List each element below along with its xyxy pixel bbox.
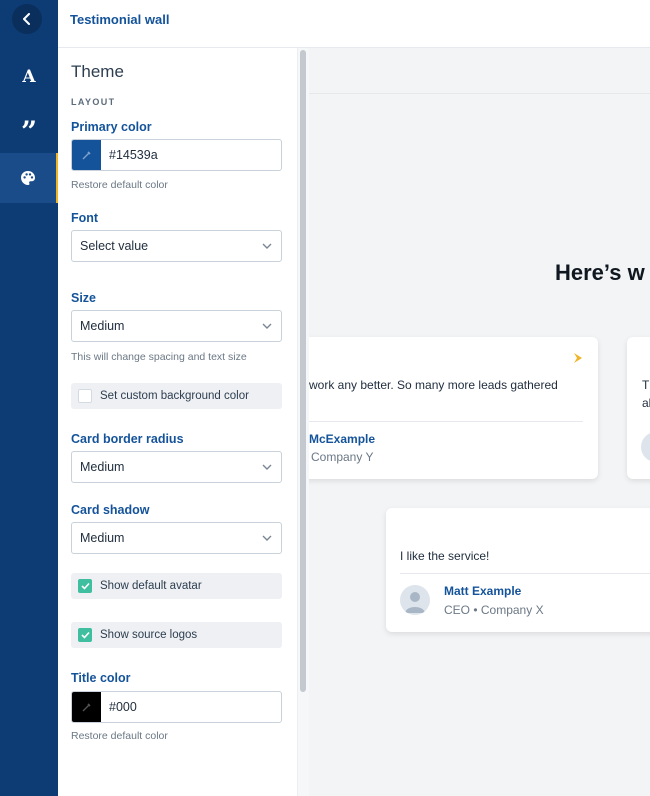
- checkbox-empty-icon: [78, 389, 92, 403]
- restore-title-color-link[interactable]: Restore default color: [71, 730, 168, 742]
- testimonial-card[interactable]: I like the service! Matt Example CEO • C…: [386, 508, 650, 632]
- section-heading: LAYOUT: [71, 97, 116, 107]
- letter-a-icon: A: [22, 67, 36, 87]
- testimonial-text: I like the service!: [400, 549, 490, 563]
- author-name: Matt Example: [444, 584, 522, 598]
- palette-icon: [21, 171, 35, 185]
- title-color-swatch[interactable]: [72, 692, 101, 722]
- custom-background-checkbox[interactable]: Set custom background color: [71, 383, 282, 409]
- chevron-left-icon: [23, 13, 30, 25]
- author-name: McExample: [309, 432, 376, 446]
- restore-primary-color-link[interactable]: Restore default color: [71, 179, 168, 191]
- testimonial-card[interactable]: work any better. So many more leads gath…: [309, 337, 598, 479]
- rail-item-theme[interactable]: [0, 153, 58, 203]
- card-shadow-select[interactable]: Medium: [71, 522, 282, 554]
- source-logos-label: Show source logos: [100, 629, 198, 641]
- primary-color-swatch[interactable]: [72, 140, 101, 170]
- primary-color-label: Primary color: [71, 120, 152, 134]
- source-logos-checkbox[interactable]: Show source logos: [71, 622, 282, 648]
- font-label: Font: [71, 211, 99, 225]
- testimonial-text: al: [642, 396, 650, 410]
- preview-area: Here’s w work any better. So many more l…: [309, 48, 650, 796]
- avatar: [641, 432, 650, 462]
- card-divider: [400, 573, 650, 574]
- settings-panel: Theme LAYOUT Primary color #14539a Resto…: [58, 48, 297, 796]
- default-avatar-icon: [405, 592, 425, 613]
- chevron-down-icon: [262, 323, 272, 329]
- testimonial-text: T: [642, 378, 650, 392]
- card-radius-label: Card border radius: [71, 432, 184, 446]
- icon-rail: A ”: [0, 0, 58, 796]
- testimonial-card[interactable]: T al: [627, 337, 650, 479]
- card-radius-value: Medium: [80, 460, 125, 474]
- card-divider: [309, 421, 583, 422]
- title-color-label: Title color: [71, 671, 131, 685]
- chevron-down-icon: [262, 535, 272, 541]
- source-logo-icon: [574, 353, 582, 363]
- size-select-value: Medium: [80, 319, 125, 333]
- back-button[interactable]: [12, 4, 42, 34]
- card-shadow-label: Card shadow: [71, 503, 150, 517]
- eyedropper-icon: [82, 703, 91, 712]
- title-color-field[interactable]: #000: [71, 691, 282, 723]
- size-hint: This will change spacing and text size: [71, 351, 247, 363]
- default-avatar-checkbox[interactable]: Show default avatar: [71, 573, 282, 599]
- checkbox-checked-icon: [78, 579, 92, 593]
- custom-background-label: Set custom background color: [100, 390, 249, 402]
- panel-scrollbar-thumb[interactable]: [300, 50, 306, 692]
- eyedropper-icon: [82, 151, 91, 160]
- checkbox-checked-icon: [78, 628, 92, 642]
- rail-item-testimonials[interactable]: ”: [0, 103, 58, 153]
- primary-color-value[interactable]: #14539a: [101, 140, 158, 170]
- size-select[interactable]: Medium: [71, 310, 282, 342]
- font-select[interactable]: Select value: [71, 230, 282, 262]
- author-role: CEO • Company X: [444, 603, 544, 617]
- author-role: Company Y: [311, 450, 374, 464]
- font-select-value: Select value: [80, 239, 149, 253]
- rail-item-text[interactable]: A: [0, 52, 58, 102]
- quote-icon: ”: [20, 115, 38, 148]
- primary-color-field[interactable]: #14539a: [71, 139, 282, 171]
- top-bar: Testimonial wall: [58, 0, 650, 48]
- size-label: Size: [71, 291, 97, 305]
- app-title: Testimonial wall: [70, 12, 170, 27]
- wall-heading: Here’s w: [555, 260, 645, 285]
- preview-header-band: [309, 48, 650, 94]
- testimonial-text: work any better. So many more leads gath…: [309, 378, 558, 392]
- panel-title: Theme: [71, 62, 124, 81]
- card-shadow-value: Medium: [80, 531, 125, 545]
- chevron-down-icon: [262, 464, 272, 470]
- title-color-value[interactable]: #000: [101, 692, 137, 722]
- avatar: [400, 585, 430, 615]
- card-radius-select[interactable]: Medium: [71, 451, 282, 483]
- chevron-down-icon: [262, 243, 272, 249]
- default-avatar-label: Show default avatar: [100, 580, 202, 592]
